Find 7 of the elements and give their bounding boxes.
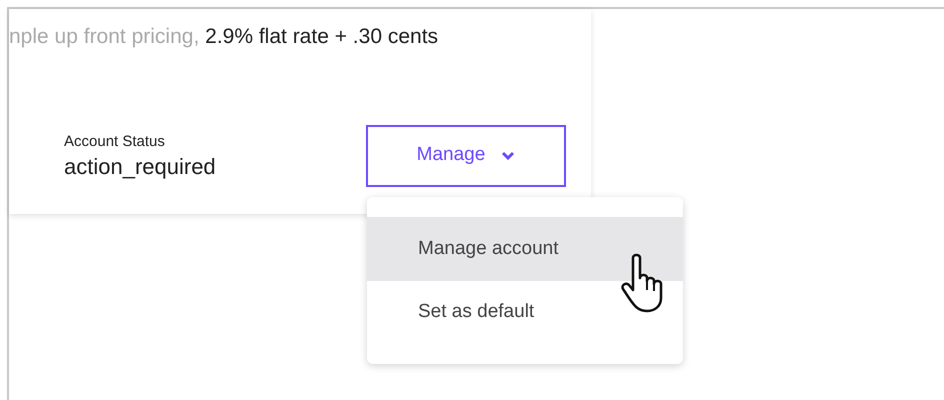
menu-item[interactable]: Set as default xyxy=(367,280,683,344)
pricing-text: nple up front pricing, 2.9% flat rate + .30 cents xyxy=(9,24,440,50)
chevron-down-icon xyxy=(501,150,516,160)
menu-item[interactable]: Manage account xyxy=(367,217,683,280)
account-status-label: Account Status xyxy=(64,132,166,152)
account-status-value: action_required xyxy=(64,153,217,180)
manage-button[interactable]: Manage xyxy=(366,124,566,186)
